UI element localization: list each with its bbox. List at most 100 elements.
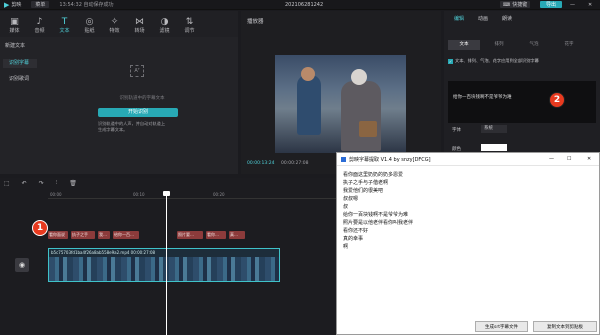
props-subtabs: 文本 排列 气泡 花字	[448, 40, 596, 50]
tool-0[interactable]: ▣ 媒体	[2, 13, 27, 37]
tool-icon: T	[61, 16, 68, 27]
subtitle-clip[interactable]: 看你…	[206, 231, 226, 239]
recognize-description: 识别轨道中的人声，并自动对轨道上 生成字幕文本。	[98, 121, 166, 132]
text-input[interactable]: 给你一百块钱啊不是爷爷为难	[448, 81, 596, 123]
tool-5[interactable]: ⋈ 转场	[127, 13, 152, 37]
menu-button[interactable]: 菜单	[31, 1, 50, 8]
subtab-fancy-text[interactable]: 花字	[553, 40, 585, 50]
tool-label: 音频	[34, 27, 45, 34]
apply-all-checkbox[interactable]: ✓ 文本、排列、气泡、花字应用到全部识别字幕	[448, 58, 598, 64]
recognize-area: Aᵀ 识别轨道中的字幕文本 开始识别 识别轨道中的人声，并自动对轨道上 生成字幕…	[90, 59, 190, 139]
tool-3[interactable]: ◎ 贴纸	[77, 13, 102, 37]
shortcut-button[interactable]: ⌨ 快捷键	[500, 1, 531, 8]
annotation-badge-1: 1	[32, 220, 48, 236]
time-total: 00:00:27:08	[281, 161, 309, 166]
player-panel: 播放器 00:00:13:24 00:00:27:08	[241, 11, 441, 174]
generate-srt-button[interactable]: 生成srt字幕文件	[475, 321, 528, 332]
subtab-arrangement[interactable]: 排列	[483, 40, 515, 50]
redo-icon[interactable]: ↷	[39, 180, 44, 187]
subtitle-line: 看你还不好	[343, 228, 369, 234]
recognize-icon: Aᵀ	[130, 65, 144, 77]
nav-new-text[interactable]: 新建文本	[3, 42, 37, 51]
export-button[interactable]: 导出	[540, 1, 563, 8]
tool-label: 媒体	[9, 27, 20, 34]
subtitle-clip[interactable]: 照片要…	[177, 231, 203, 239]
tab-animation[interactable]: 动画	[478, 15, 488, 25]
text-nav: 新建文本 识别字幕 识别歌词	[3, 42, 37, 84]
subtitle-clip[interactable]: 看你面说	[48, 231, 68, 239]
tool-icon: ♪	[36, 16, 43, 27]
tab-read-aloud[interactable]: 朗读	[502, 15, 512, 25]
subtitle-extract-dialog: 剪映字幕提取 V1.4 by snzy[DFCG] — ☐ ✕ 看你面这里奶奶的…	[336, 152, 600, 335]
select-icon[interactable]: ⬚	[4, 180, 10, 187]
tool-label: 文本	[59, 27, 70, 34]
subtitle-line: 真的幸事	[343, 236, 364, 242]
subtitle-line: 执子之手与子偕老啊	[343, 180, 389, 186]
autosave-status: 13:54:32 自动保存成功	[59, 2, 114, 8]
bag	[359, 121, 377, 137]
elder-head	[351, 69, 367, 85]
tool-icon: ⇅	[185, 16, 194, 27]
delete-icon[interactable]: 🗑	[69, 180, 77, 187]
subtab-bubble[interactable]: 气泡	[518, 40, 550, 50]
text-panel: 新建文本 识别字幕 识别歌词 Aᵀ 识别轨道中的字幕文本 开始识别 识别轨道中的…	[0, 37, 238, 174]
elder-figure	[341, 81, 381, 151]
tool-7[interactable]: ⇅ 调节	[177, 13, 202, 37]
tool-icon: ▣	[10, 16, 19, 27]
ruler-tick-1: 00:10	[133, 192, 145, 197]
properties-panel: 编辑 动画 朗读 文本 排列 气泡 花字 ✓ 文本、排列、气泡、花字应用到全部识…	[444, 11, 600, 174]
subtitle-line: 我爱他们的很美吧	[343, 188, 384, 194]
child-head	[301, 67, 315, 81]
undo-icon[interactable]: ↶	[22, 180, 27, 187]
subtitle-clip[interactable]: 我…	[98, 231, 110, 239]
nav-recognize-subtitles[interactable]: 识别字幕	[3, 59, 37, 68]
subtitle-line: 叔叔嗯	[343, 196, 359, 202]
project-title: 202106281242	[285, 1, 324, 8]
video-clip[interactable]: b5c75703fd1ba4f26a8ab558e9a2.mp4 00:00:2…	[48, 248, 280, 282]
video-preview[interactable]	[275, 55, 406, 153]
tool-label: 滤镜	[159, 27, 170, 34]
app-logo-icon: ▶	[4, 0, 10, 9]
subtitle-textarea[interactable]: 看你面这里奶奶的奶多恩爱 执子之手与子偕老啊 我爱他们的很美吧 叔叔嗯叔给你一百块钱啊…	[340, 169, 598, 319]
player-title: 播放器	[247, 19, 264, 25]
subtitle-clip[interactable]: 给你一百…	[113, 231, 139, 239]
color-swatch[interactable]	[481, 144, 507, 151]
time-current: 00:00:13:24	[247, 161, 275, 166]
tool-4[interactable]: ✧ 特效	[102, 13, 127, 37]
track-add-icon[interactable]: ◉	[15, 258, 29, 272]
subtitle-line: 给你一百块钱啊不是爷爷为难	[343, 212, 409, 218]
subtitle-line: 照片要是以他老伴看你叫我老伴	[343, 220, 414, 226]
subtitle-line: 叔	[343, 204, 349, 210]
tool-6[interactable]: ◑ 滤镜	[152, 13, 177, 37]
tool-label: 转场	[134, 27, 145, 34]
ruler-tick-0: 00:00	[50, 192, 62, 197]
subtitle-clip[interactable]: 执子之手	[71, 231, 95, 239]
tool-1[interactable]: ♪ 音频	[27, 13, 52, 37]
subtab-text[interactable]: 文本	[448, 40, 480, 50]
tool-label: 调节	[184, 27, 195, 34]
playhead[interactable]	[166, 194, 167, 335]
dialog-title: 剪映字幕提取 V1.4 by snzy[DFCG]	[349, 156, 431, 163]
tab-edit[interactable]: 编辑	[454, 15, 464, 25]
tool-icon: ✧	[110, 16, 119, 27]
tool-label: 特效	[109, 27, 120, 34]
title-bar: ▶ 剪映 菜单 13:54:32 自动保存成功 202106281242 ⌨ 快捷…	[0, 0, 600, 10]
dialog-minimize-icon[interactable]: —	[549, 156, 554, 162]
font-select[interactable]: 系统	[481, 125, 507, 133]
subtitle-track: 看你面说 执子之手 我… 给你一百… 照片要… 看你… 真…	[48, 231, 278, 241]
tool-icon: ◑	[160, 16, 169, 27]
subtitle-clip[interactable]: 真…	[229, 231, 245, 239]
tool-icon: ◎	[85, 16, 94, 27]
split-icon[interactable]: ⫶	[56, 179, 58, 187]
app-window-icon	[341, 156, 346, 162]
nav-recognize-lyrics[interactable]: 识别歌词	[3, 75, 37, 84]
tool-2[interactable]: T 文本	[52, 13, 77, 37]
font-label: 字体	[452, 128, 461, 133]
playhead-handle[interactable]	[163, 191, 170, 196]
close-icon[interactable]: ✕	[588, 2, 592, 8]
copy-text-button[interactable]: 复制文本到剪贴板	[533, 321, 597, 332]
start-recognize-button[interactable]: 开始识别	[98, 108, 178, 117]
dialog-close-icon[interactable]: ✕	[587, 156, 591, 162]
dialog-maximize-icon[interactable]: ☐	[567, 156, 571, 162]
minimize-icon[interactable]: —	[570, 2, 575, 8]
